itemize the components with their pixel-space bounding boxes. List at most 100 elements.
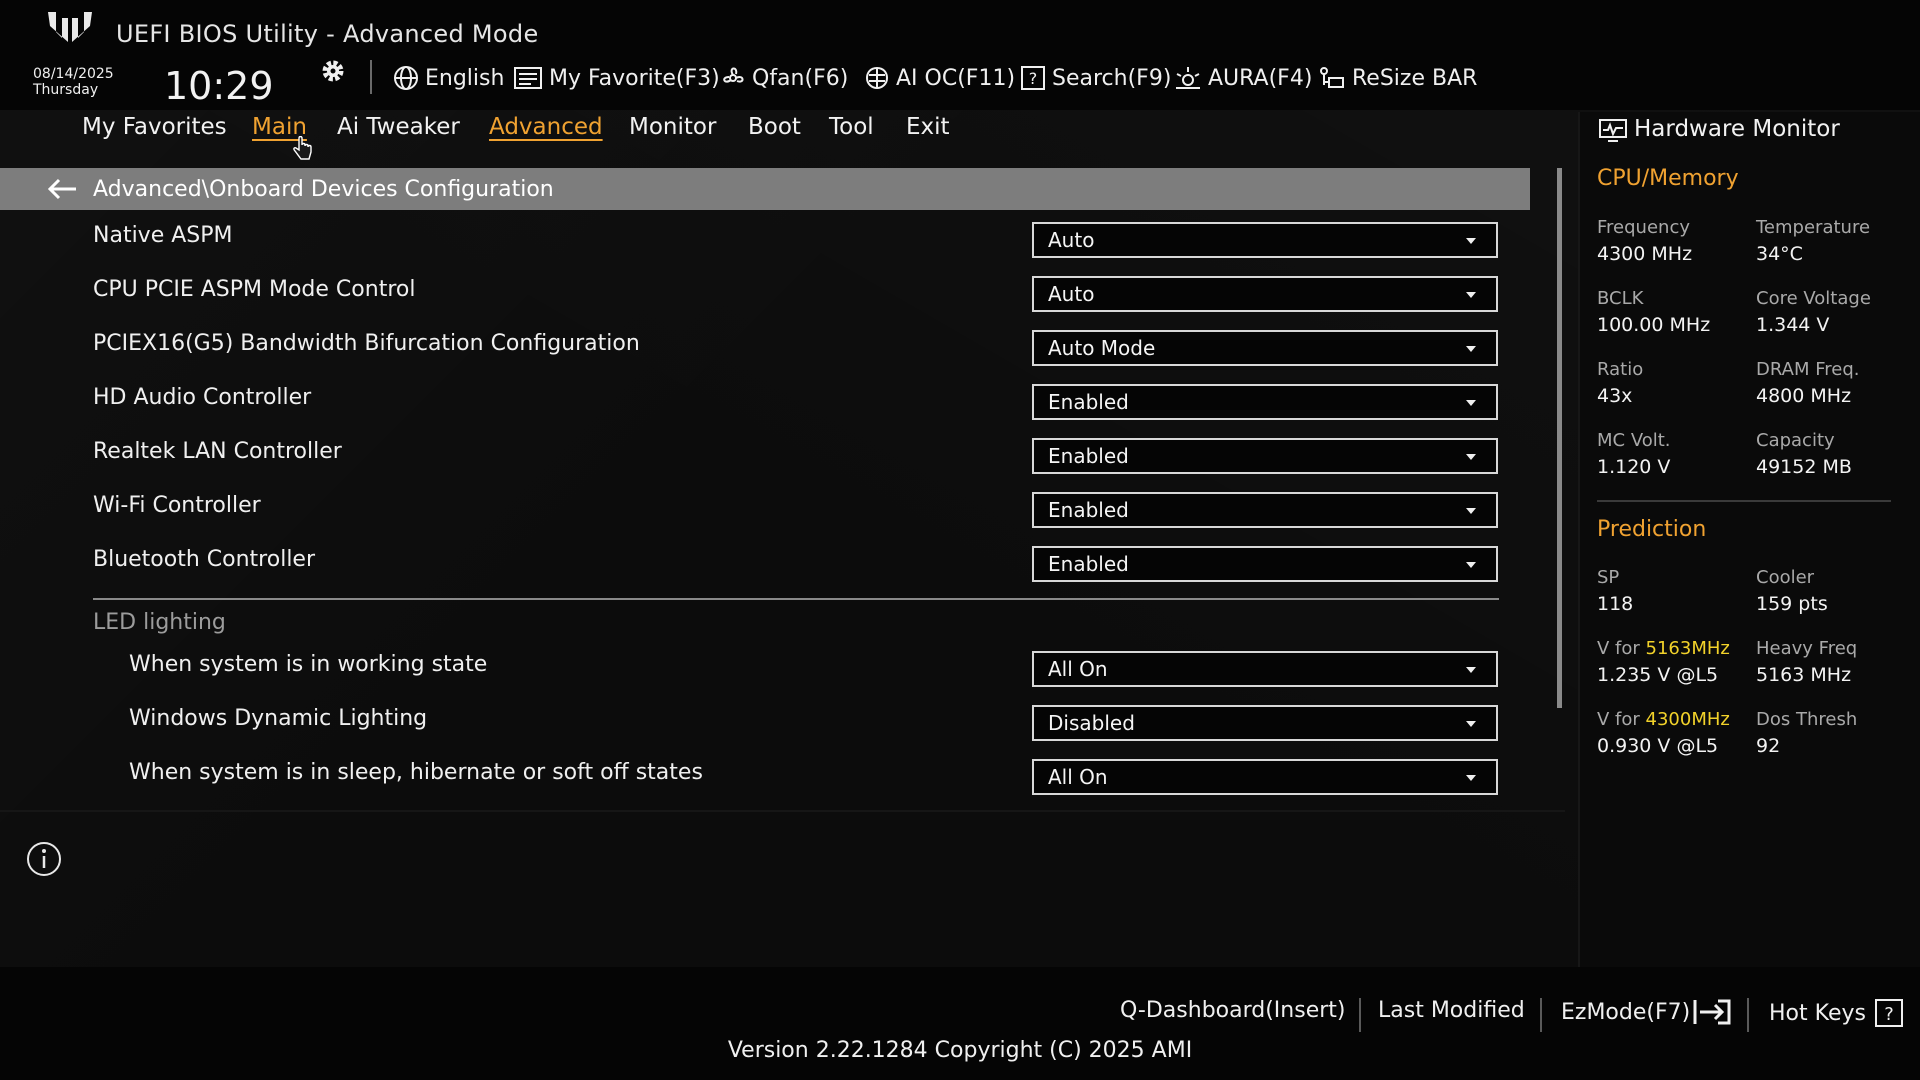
capacity-value: 49152 MB <box>1756 456 1852 478</box>
footer-divider <box>1747 998 1749 1032</box>
info-icon <box>27 842 61 876</box>
tab-tool[interactable]: Tool <box>829 114 874 144</box>
frequency-value: 4300 MHz <box>1597 243 1693 265</box>
dos-thresh-value: 92 <box>1756 735 1781 757</box>
heavy-freq-label: Heavy Freq <box>1756 638 1858 659</box>
cooler-value: 159 pts <box>1756 593 1828 615</box>
tuf-logo-icon <box>48 12 92 42</box>
date-text: 08/14/2025 <box>33 66 114 82</box>
resize-bar-icon <box>1320 67 1344 88</box>
dynamic-lighting-select[interactable]: Disabled <box>1032 705 1498 741</box>
setting-label-bluetooth: Bluetooth Controller <box>93 547 316 572</box>
tab-advanced[interactable]: Advanced <box>489 114 603 144</box>
globe-icon <box>394 66 418 90</box>
dropdown-caret-icon <box>1466 454 1476 460</box>
bclk-label: BCLK <box>1597 288 1644 309</box>
v-for-freq-2: 4300MHz <box>1645 709 1730 730</box>
tab-exit[interactable]: Exit <box>906 114 950 144</box>
tab-ai-tweaker[interactable]: Ai Tweaker <box>337 114 460 144</box>
setting-label-pciex16-bifurcation: PCIEX16(G5) Bandwidth Bifurcation Config… <box>93 331 640 356</box>
v-for-value-2: 0.930 V @L5 <box>1597 735 1719 757</box>
tab-my-favorites[interactable]: My Favorites <box>82 114 227 144</box>
setting-label-native-aspm: Native ASPM <box>93 223 233 248</box>
cpu-pcie-aspm-select[interactable]: Auto <box>1032 276 1498 312</box>
section-title-led-lighting: LED lighting <box>93 610 226 635</box>
fan-icon <box>723 67 744 83</box>
frequency-label: Frequency <box>1597 217 1690 238</box>
cooler-label: Cooler <box>1756 567 1815 588</box>
v-for-text: V for <box>1597 638 1646 659</box>
tab-monitor[interactable]: Monitor <box>629 114 716 144</box>
cpu-memory-title: CPU/Memory <box>1597 166 1739 191</box>
bluetooth-select[interactable]: Enabled <box>1032 546 1498 582</box>
aura-label: AURA(F4) <box>1208 65 1313 91</box>
qfan-button[interactable]: Qfan(F6) <box>720 62 848 94</box>
language-label: English <box>425 65 505 91</box>
svg-text:?: ? <box>1029 69 1038 88</box>
pciex16-bifurcation-select[interactable]: Auto Mode <box>1032 330 1498 366</box>
hardware-monitor-title: Hardware Monitor <box>1634 116 1840 142</box>
dropdown-caret-icon <box>1466 238 1476 244</box>
ratio-value: 43x <box>1597 385 1633 407</box>
ai-oc-label: AI OC(F11) <box>896 65 1016 91</box>
setting-label-dynamic-lighting: Windows Dynamic Lighting <box>129 706 428 731</box>
toolbar-divider <box>370 60 372 94</box>
select-value: All On <box>1048 657 1108 681</box>
help-info-panel <box>0 812 1565 967</box>
select-value: Auto <box>1048 228 1095 252</box>
setting-label-sleep-state: When system is in sleep, hibernate or so… <box>129 760 703 785</box>
settings-gear-icon[interactable] <box>318 56 348 86</box>
working-state-select[interactable]: All On <box>1032 651 1498 687</box>
select-value: Enabled <box>1048 552 1129 576</box>
scrollbar[interactable] <box>1557 168 1562 708</box>
dropdown-caret-icon <box>1466 292 1476 298</box>
select-value: Disabled <box>1048 711 1135 735</box>
qfan-label: Qfan(F6) <box>752 65 849 91</box>
dos-thresh-label: Dos Thresh <box>1756 709 1858 730</box>
wifi-select[interactable]: Enabled <box>1032 492 1498 528</box>
q-dashboard-button[interactable]: Q-Dashboard(Insert) <box>1120 998 1346 1023</box>
setting-label-hd-audio: HD Audio Controller <box>93 385 312 410</box>
monitor-icon <box>1599 119 1627 142</box>
mc-volt-label: MC Volt. <box>1597 430 1671 451</box>
select-value: All On <box>1048 765 1108 789</box>
select-value: Enabled <box>1048 444 1129 468</box>
hot-keys-button[interactable]: Hot Keys ? <box>1769 998 1904 1028</box>
resize-bar-button[interactable]: ReSize BAR <box>1318 62 1477 94</box>
core-voltage-label: Core Voltage <box>1756 288 1871 309</box>
clock[interactable]: 10:29 <box>164 64 274 108</box>
core-voltage-value: 1.344 V <box>1756 314 1830 336</box>
back-arrow-icon[interactable] <box>46 177 78 201</box>
temperature-value: 34°C <box>1756 243 1803 265</box>
ez-mode-label: EzMode(F7) <box>1561 999 1691 1025</box>
search-button[interactable]: ? Search(F9) <box>1020 62 1171 94</box>
ez-mode-button[interactable]: EzMode(F7) <box>1561 998 1732 1026</box>
dropdown-caret-icon <box>1466 775 1476 781</box>
bclk-value: 100.00 MHz <box>1597 314 1711 336</box>
date-display: 08/14/2025 Thursday <box>33 66 114 98</box>
realtek-lan-select[interactable]: Enabled <box>1032 438 1498 474</box>
sleep-state-select[interactable]: All On <box>1032 759 1498 795</box>
hw-divider <box>1597 500 1891 502</box>
ratio-label: Ratio <box>1597 359 1644 380</box>
select-value: Enabled <box>1048 498 1129 522</box>
hd-audio-select[interactable]: Enabled <box>1032 384 1498 420</box>
setting-label-cpu-pcie-aspm: CPU PCIE ASPM Mode Control <box>93 277 416 302</box>
aura-light-icon <box>1176 67 1200 89</box>
native-aspm-select[interactable]: Auto <box>1032 222 1498 258</box>
aura-button[interactable]: AURA(F4) <box>1174 62 1312 94</box>
footer-divider <box>1540 998 1542 1032</box>
ai-oc-button[interactable]: AI OC(F11) <box>864 62 1015 94</box>
my-favorite-button[interactable]: My Favorite(F3) <box>513 62 720 94</box>
capacity-label: Capacity <box>1756 430 1835 451</box>
dram-freq-value: 4800 MHz <box>1756 385 1852 407</box>
language-button[interactable]: English <box>393 62 504 94</box>
dropdown-caret-icon <box>1466 721 1476 727</box>
ai-chip-icon <box>865 66 889 90</box>
tab-boot[interactable]: Boot <box>748 114 801 144</box>
dropdown-caret-icon <box>1466 400 1476 406</box>
section-divider <box>93 598 1499 600</box>
last-modified-button[interactable]: Last Modified <box>1378 998 1525 1023</box>
select-value: Auto Mode <box>1048 336 1156 360</box>
dropdown-caret-icon <box>1466 508 1476 514</box>
